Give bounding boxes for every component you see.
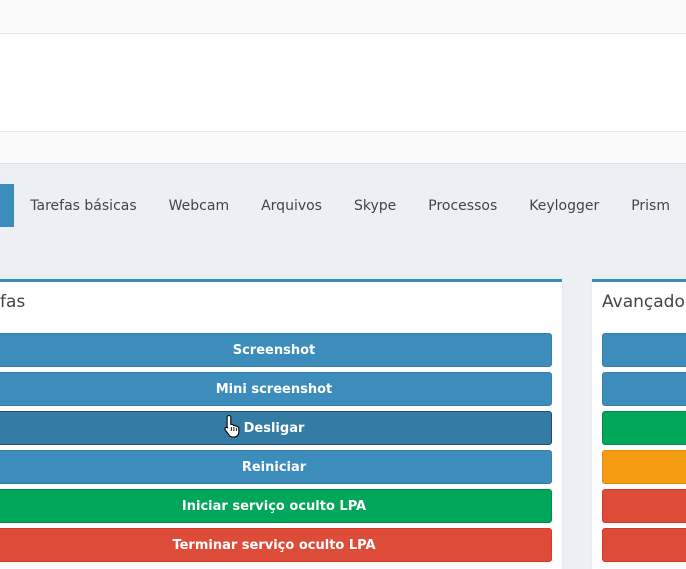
tab-skype[interactable]: Skype [338,184,412,227]
advanced-button-6[interactable] [602,528,686,562]
tab-processes[interactable]: Processos [412,184,513,227]
tab-files[interactable]: Arquivos [245,184,338,227]
top-panel [0,34,686,132]
tab-one-click[interactable]: s de um clique [0,184,15,227]
tasks-box: fas Screenshot Mini screenshot Desligar … [0,279,562,569]
top-bar [0,0,686,34]
tab-bar: s de um clique Tarefas básicas Webcam Ar… [0,184,686,227]
tab-webcam[interactable]: Webcam [153,184,245,227]
screenshot-button[interactable]: Screenshot [0,333,552,367]
advanced-button-5[interactable] [602,489,686,523]
advanced-button-4[interactable] [602,450,686,484]
advanced-box: Avançado [592,279,686,569]
advanced-button-2[interactable] [602,372,686,406]
content-header-strip [0,132,686,164]
restart-button[interactable]: Reiniciar [0,450,552,484]
start-hidden-service-button[interactable]: Iniciar serviço oculto LPA [0,489,552,523]
advanced-button-1[interactable] [602,333,686,367]
tab-prism[interactable]: Prism [615,184,686,227]
tab-basic-tasks[interactable]: Tarefas básicas [14,184,152,227]
tab-keylogger[interactable]: Keylogger [513,184,615,227]
advanced-button-3[interactable] [602,411,686,445]
mini-screenshot-button[interactable]: Mini screenshot [0,372,552,406]
shutdown-button[interactable]: Desligar [0,411,552,445]
stop-hidden-service-button[interactable]: Terminar serviço oculto LPA [0,528,552,562]
tasks-box-title: fas [0,292,26,312]
advanced-box-title: Avançado [602,292,685,312]
